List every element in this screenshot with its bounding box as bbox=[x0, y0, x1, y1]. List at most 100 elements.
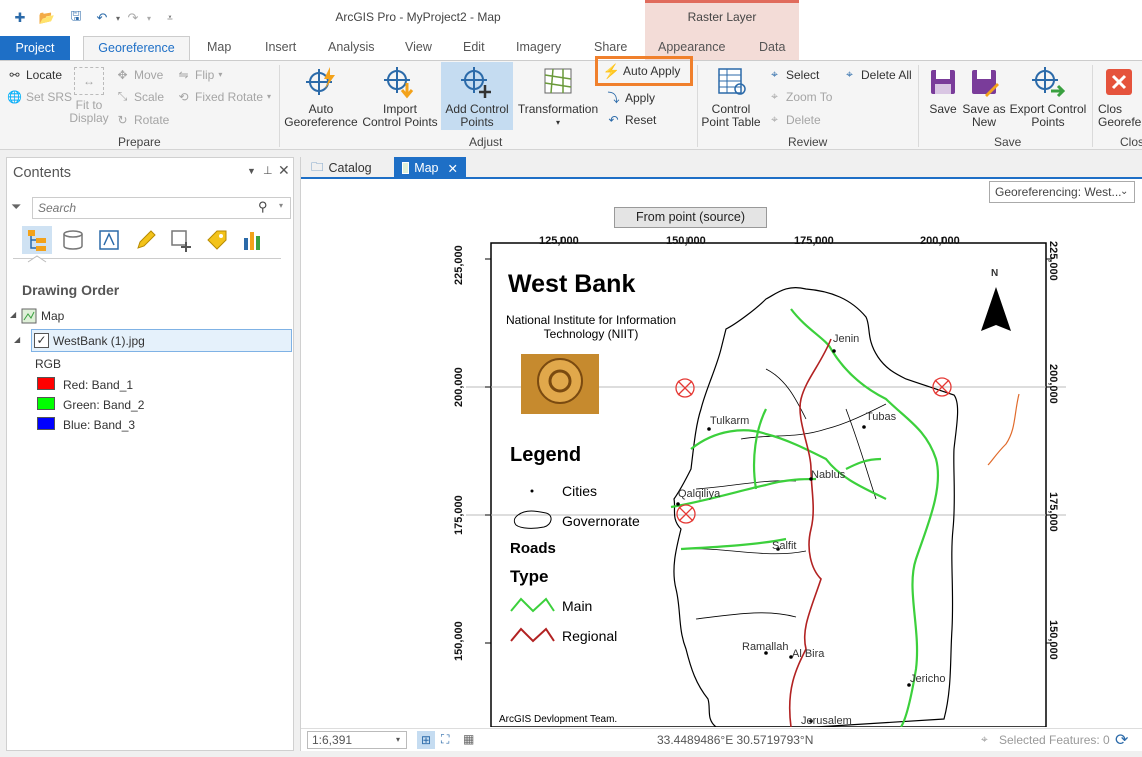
import-control-points-icon bbox=[383, 65, 417, 99]
tab-edit[interactable]: Edit bbox=[463, 40, 485, 54]
layer-visibility-checkbox[interactable]: ✓ bbox=[34, 333, 49, 348]
close-pane-icon[interactable]: ✕ bbox=[278, 162, 290, 179]
fixed-rotate-button[interactable]: ⟲ Fixed Rotate ▾ bbox=[176, 89, 271, 104]
red-swatch[interactable] bbox=[37, 377, 55, 390]
scale-label: Scale bbox=[134, 89, 165, 104]
zoom-to-label: Zoom To bbox=[786, 89, 833, 104]
transformation-label: Transformation bbox=[517, 102, 599, 116]
view-tabs: 🗀 Catalog Map ✕ bbox=[301, 157, 1142, 179]
list-by-charts-icon[interactable] bbox=[241, 228, 265, 252]
auto-georeference-icon bbox=[304, 65, 338, 99]
tab-data[interactable]: Data bbox=[759, 40, 785, 54]
reset-button[interactable]: ↶ Reset bbox=[606, 112, 656, 127]
delete-all-button[interactable]: ⌖ Delete All bbox=[842, 67, 912, 82]
table-label-2: Point Table bbox=[701, 115, 761, 129]
legend-main: Main bbox=[562, 598, 593, 614]
zoom-to-button[interactable]: ⌖ Zoom To bbox=[767, 89, 832, 104]
chevron-down-icon: ⌄ bbox=[1120, 186, 1129, 197]
move-button[interactable]: ✥ Move bbox=[115, 67, 163, 82]
select-button[interactable]: ⌖ Select bbox=[767, 67, 819, 82]
scale-dropdown[interactable]: 1:6,391 ▾ bbox=[307, 731, 407, 749]
tab-imagery[interactable]: Imagery bbox=[516, 40, 561, 54]
table-icon bbox=[714, 65, 748, 99]
set-srs-button[interactable]: 🌐 Set SRS bbox=[7, 89, 72, 104]
list-by-drawing-order-button[interactable] bbox=[22, 226, 52, 254]
tab-view[interactable]: View bbox=[405, 40, 432, 54]
red-band-label: Red: Band_1 bbox=[63, 378, 134, 392]
list-by-selection-icon[interactable] bbox=[98, 228, 122, 252]
export-control-points-icon bbox=[1031, 65, 1065, 99]
list-by-labeling-icon[interactable] bbox=[205, 228, 229, 252]
save-button[interactable]: Save bbox=[925, 65, 961, 116]
transformation-icon bbox=[541, 65, 575, 99]
close-georeference-button[interactable]: Clos Georefe bbox=[1098, 65, 1142, 129]
grid-toggle-icon[interactable]: ⊞ bbox=[417, 731, 435, 749]
georeferencing-layer-dropdown[interactable]: Georeferencing: West... ⌄ bbox=[989, 181, 1135, 203]
delete-button[interactable]: ⌖ Delete bbox=[767, 112, 821, 127]
map-org-label: National Institute for Information Techn… bbox=[505, 313, 677, 341]
search-dropdown-icon[interactable]: ▾ bbox=[279, 201, 283, 210]
save-as-new-button[interactable]: Save as New bbox=[962, 65, 1006, 129]
tab-appearance[interactable]: Appearance bbox=[658, 40, 725, 54]
fit-to-display-button[interactable]: ↔ Fit to Display bbox=[68, 67, 110, 125]
city-label: Ramallah bbox=[742, 641, 789, 653]
map-tab-icon bbox=[402, 162, 410, 174]
group-save-label: Save bbox=[994, 135, 1022, 149]
rotate-button[interactable]: ↻ Rotate bbox=[115, 112, 169, 127]
save-label: Save bbox=[929, 102, 957, 116]
list-by-editing-icon[interactable] bbox=[134, 228, 158, 252]
apply-button[interactable]: ⤵ Apply bbox=[606, 90, 655, 106]
snapping-icon[interactable]: ⛶ bbox=[441, 732, 449, 747]
delete-label: Delete bbox=[786, 112, 821, 127]
expand-layer-icon[interactable]: ◢ bbox=[14, 335, 20, 344]
coordinate-readout: 33.4489486°E 30.5719793°N bbox=[657, 733, 814, 747]
import-control-points-button[interactable]: Import Control Points bbox=[360, 65, 440, 129]
pane-menu-icon[interactable]: ▼ bbox=[247, 166, 256, 176]
layer-row[interactable]: ◢ ✓ WestBank (1).jpg bbox=[14, 329, 292, 352]
tab-catalog-view[interactable]: 🗀 Catalog bbox=[303, 157, 391, 179]
list-by-snapping-icon[interactable] bbox=[169, 228, 195, 252]
scale-button[interactable]: ⤡ Scale bbox=[115, 89, 164, 104]
search-field[interactable] bbox=[38, 199, 248, 217]
locate-button[interactable]: ⚯ Locate bbox=[7, 67, 62, 82]
delete-icon: ⌖ bbox=[771, 112, 778, 126]
auto-apply-button[interactable]: ⚡ Auto Apply bbox=[595, 56, 693, 86]
tab-map[interactable]: Map bbox=[207, 40, 231, 54]
close-tab-icon[interactable]: ✕ bbox=[448, 161, 458, 176]
y-tick-200000-right: 200,000 bbox=[1047, 364, 1059, 404]
tab-insert[interactable]: Insert bbox=[265, 40, 296, 54]
search-input[interactable]: ⚲ ▾ bbox=[32, 197, 291, 219]
export-control-points-button[interactable]: Export Control Points bbox=[1007, 65, 1089, 129]
renderer-label: RGB bbox=[35, 357, 62, 371]
tab-map-view[interactable]: Map ✕ bbox=[394, 157, 466, 179]
list-by-source-icon[interactable] bbox=[62, 228, 86, 252]
transformation-button[interactable]: Transformation ▾ bbox=[514, 65, 602, 129]
map-node-label[interactable]: Map bbox=[41, 309, 64, 323]
map-status-bar: 1:6,391 ▾ ⊞ ⛶ ▦ 33.4489486°E 30.5719793°… bbox=[301, 728, 1142, 751]
green-swatch[interactable] bbox=[37, 397, 55, 410]
close-label-2: Georefe bbox=[1098, 115, 1142, 129]
legend-governorate: Governorate bbox=[562, 513, 640, 529]
auto-georeference-button[interactable]: Auto Georeference bbox=[284, 65, 358, 129]
pin-icon[interactable]: ⊥ bbox=[263, 164, 273, 177]
tab-georeference[interactable]: Georeference bbox=[83, 36, 190, 61]
globe-icon: 🌐 bbox=[7, 89, 22, 104]
tab-project[interactable]: Project bbox=[0, 36, 70, 60]
refresh-icon[interactable]: ⟳ bbox=[1115, 730, 1128, 750]
separator bbox=[279, 65, 280, 147]
y-tick-150000-right: 150,000 bbox=[1047, 620, 1059, 660]
table-toggle-icon[interactable]: ▦ bbox=[463, 732, 474, 746]
tab-share[interactable]: Share bbox=[594, 40, 627, 54]
filter-icon[interactable]: ⏷ bbox=[11, 199, 21, 215]
flip-button[interactable]: ⇋ Flip ▾ bbox=[176, 67, 222, 82]
x-tick-125000: 125,000 bbox=[539, 235, 579, 247]
tab-analysis[interactable]: Analysis bbox=[328, 40, 375, 54]
blue-swatch[interactable] bbox=[37, 417, 55, 430]
contents-pane: Contents ▼ ⊥ ✕ ⏷ ⚲ ▾ Drawing Order ◢ Map… bbox=[6, 157, 294, 751]
fit-label-2: Display bbox=[69, 111, 109, 125]
add-label-2: Points bbox=[460, 115, 494, 129]
control-point-table-button[interactable]: Control Point Table bbox=[700, 65, 762, 129]
search-icon[interactable]: ⚲ bbox=[258, 199, 268, 215]
expand-map-icon[interactable]: ◢ bbox=[10, 310, 16, 319]
add-control-points-button[interactable]: Add Control Points bbox=[441, 62, 513, 130]
